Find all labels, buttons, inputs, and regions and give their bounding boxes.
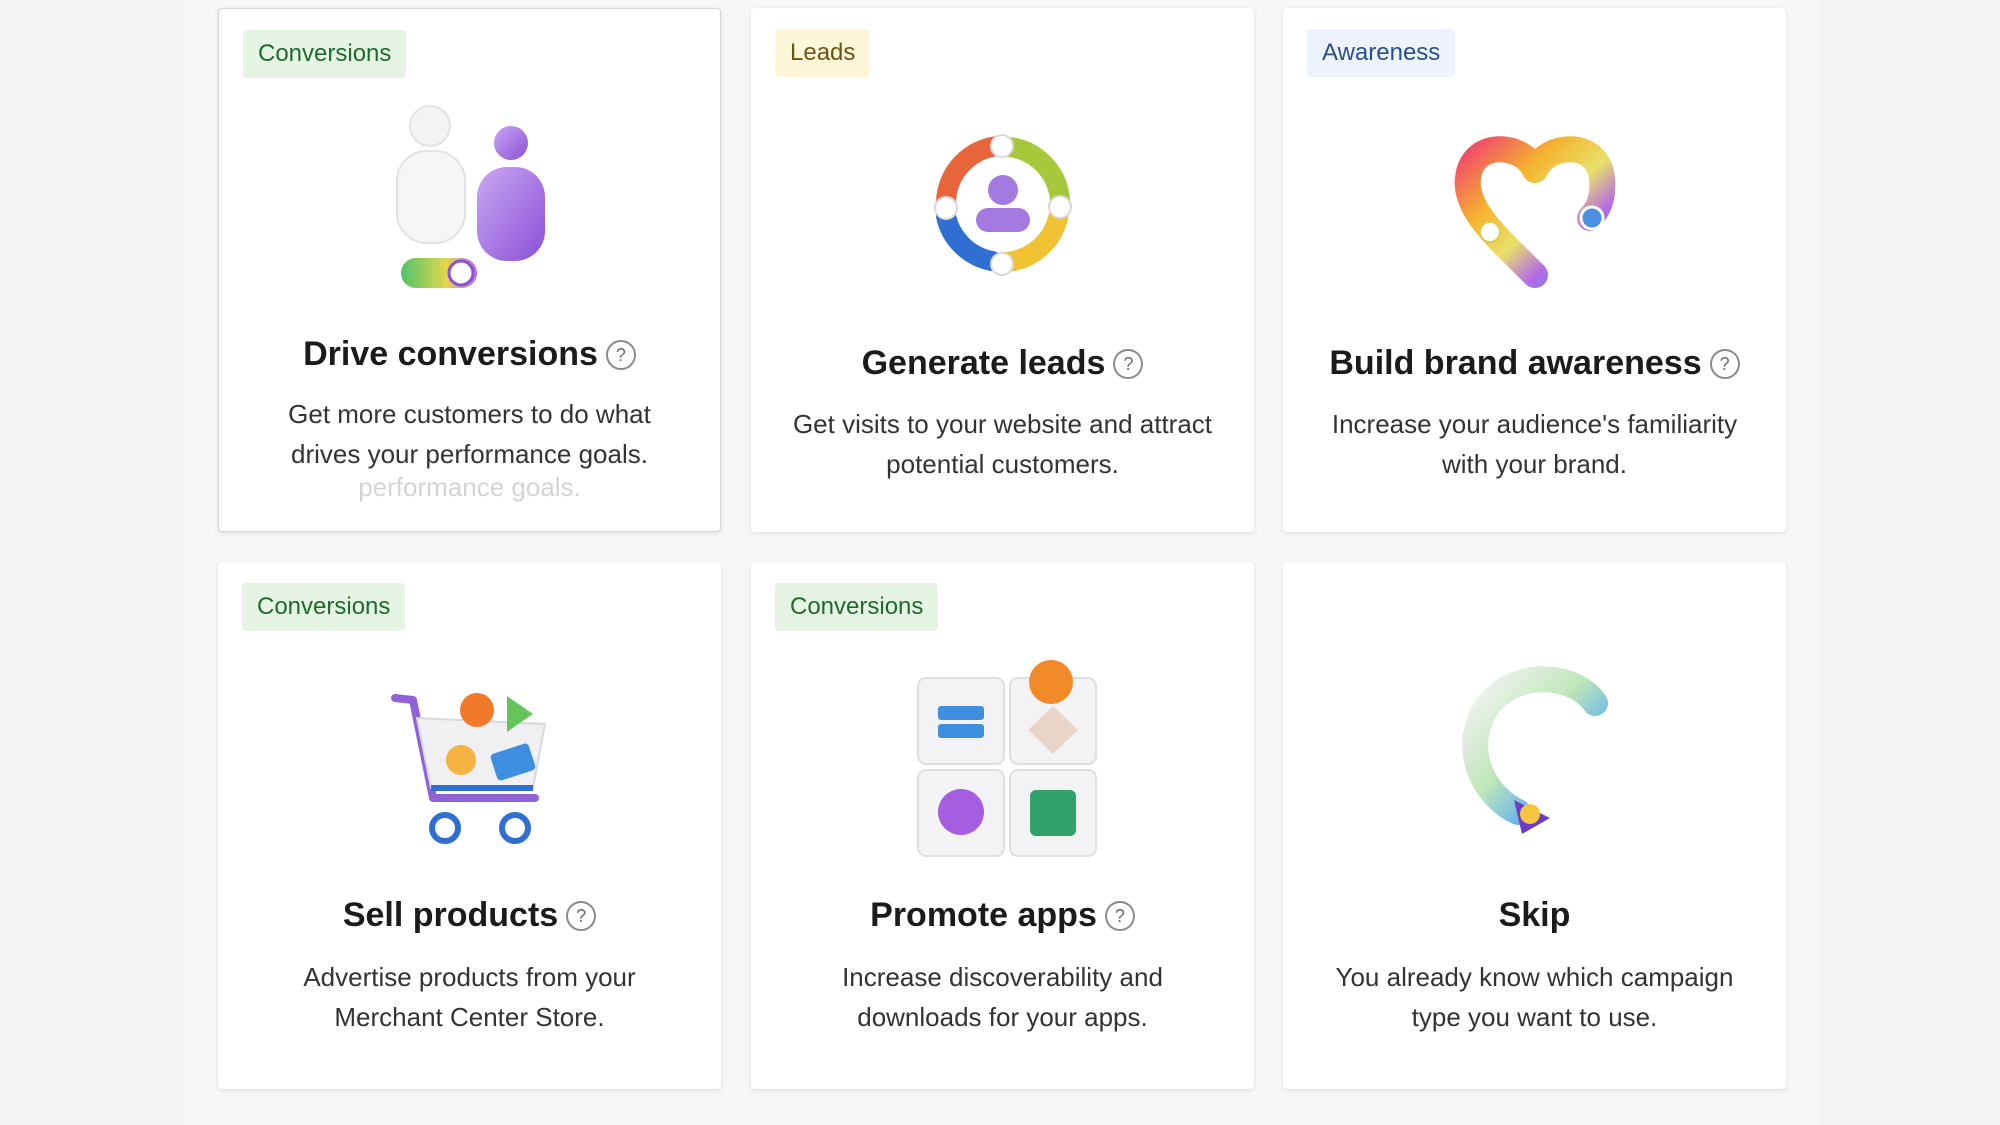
goal-description: Increase discoverability and downloads f… xyxy=(842,962,1163,1032)
goal-card-drive-conversions[interactable]: Conversions Drive conversions? Get more … xyxy=(218,8,721,532)
goal-card-skip[interactable]: Skip You already know which campaign typ… xyxy=(1283,562,1786,1089)
shopping-cart-icon xyxy=(390,693,546,844)
person-cycle-icon xyxy=(933,134,1072,276)
goal-title: Sell products? xyxy=(218,896,721,935)
goal-description: Get visits to your website and attract p… xyxy=(792,409,1213,479)
goal-category-tag: Conversions xyxy=(242,583,406,631)
goal-category-tag: Awareness xyxy=(1307,29,1456,77)
goal-description: Get more customers to do what drives you… xyxy=(288,399,651,469)
goal-title: Skip xyxy=(1498,896,1571,934)
goal-category-tag: Leads xyxy=(775,29,871,77)
heart-icon xyxy=(1454,136,1615,288)
goal-card-sell-products[interactable]: Conversions Sell products? Advertise pro… xyxy=(218,562,721,1089)
people-toggle-icon xyxy=(395,105,545,288)
help-icon[interactable]: ? xyxy=(605,340,636,370)
goal-description: Increase your audience's familiarity wit… xyxy=(1331,409,1738,479)
goal-card-promote-apps[interactable]: Conversions Promote apps? Increase disco… xyxy=(751,562,1254,1089)
help-icon[interactable]: ? xyxy=(1104,901,1135,931)
goal-category-tag: Conversions xyxy=(243,30,407,78)
goal-card-build-brand-awareness[interactable]: Awareness Build brand awareness? Increas… xyxy=(1283,8,1786,532)
goal-description: You already know which campaign type you… xyxy=(1335,962,1734,1032)
help-icon[interactable]: ? xyxy=(1709,349,1740,379)
help-icon[interactable]: ? xyxy=(1113,349,1144,379)
goal-title: Build brand awareness? xyxy=(1283,344,1786,383)
goal-title: Drive conversions? xyxy=(219,335,720,374)
goal-category-tag: Conversions xyxy=(775,583,939,631)
goal-description: Advertise products from your Merchant Ce… xyxy=(303,962,636,1032)
goal-title: Generate leads? xyxy=(751,344,1254,383)
goal-title: Promote apps? xyxy=(751,896,1254,935)
ghost-text: performance goals. xyxy=(358,472,581,502)
goal-card-generate-leads[interactable]: Leads Generate leads? Get visits to your… xyxy=(751,8,1254,532)
app-grid-icon xyxy=(916,660,1097,857)
help-icon[interactable]: ? xyxy=(566,901,597,931)
arrow-loop-icon xyxy=(1461,666,1608,834)
